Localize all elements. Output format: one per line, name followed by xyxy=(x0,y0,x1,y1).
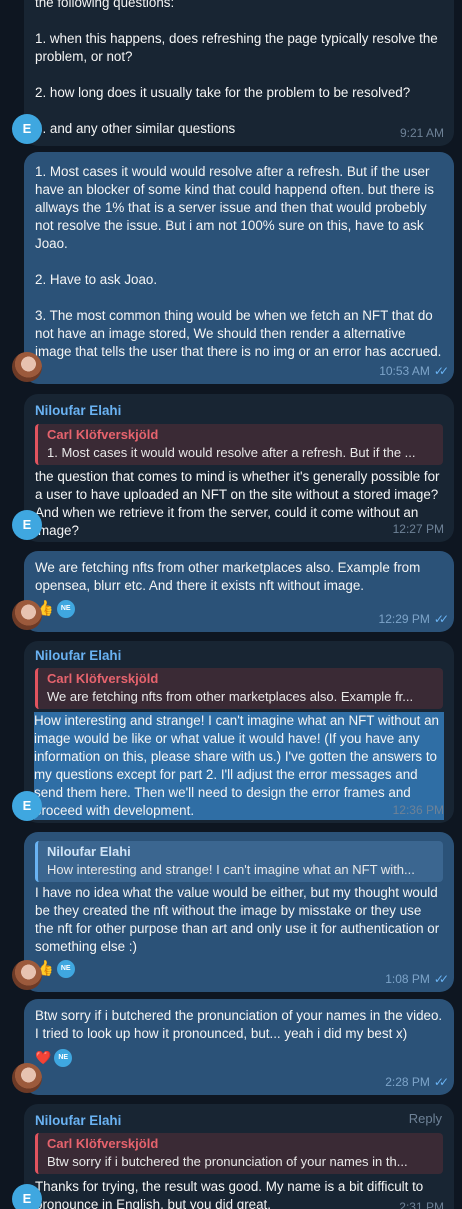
reply-quote[interactable]: Carl Klöfverskjöld Btw sorry if i butche… xyxy=(35,1133,443,1174)
message-time: 12:36 PM xyxy=(392,803,444,817)
message-text-selected[interactable]: How interesting and strange! I can't ima… xyxy=(34,712,444,820)
avatar[interactable]: E xyxy=(12,1184,42,1209)
quote-text: We are fetching nfts from other marketpl… xyxy=(47,689,414,704)
double-check-icon: ✓✓ xyxy=(433,364,449,378)
double-check-icon: ✓✓ xyxy=(433,972,449,986)
message-time: 12:27 PM xyxy=(392,522,444,536)
message-incoming[interactable]: the following questions: 1. when this ha… xyxy=(12,0,454,146)
double-check-icon: ✓✓ xyxy=(433,1075,449,1089)
message-text: the following questions: 1. when this ha… xyxy=(35,0,438,136)
message-text: I have no idea what the value would be e… xyxy=(35,885,440,954)
message-incoming[interactable]: Niloufar Elahi Reply Carl Klöfverskjöld … xyxy=(12,1104,454,1209)
message-time-wrap: 10:53 AM ✓✓ xyxy=(379,362,449,380)
reaction-avatar: NE xyxy=(53,1048,74,1068)
reply-quote[interactable]: Niloufar Elahi How interesting and stran… xyxy=(35,841,443,882)
reaction-avatar: NE xyxy=(55,599,76,619)
avatar-photo[interactable] xyxy=(12,960,42,990)
quote-text: Btw sorry if i butchered the pronunciati… xyxy=(47,1154,408,1169)
quote-text: How interesting and strange! I can't ima… xyxy=(47,862,415,877)
reply-button[interactable]: Reply xyxy=(409,1110,442,1128)
reply-quote[interactable]: Carl Klöfverskjöld We are fetching nfts … xyxy=(35,668,443,709)
reply-quote[interactable]: Carl Klöfverskjöld 1. Most cases it woul… xyxy=(35,424,443,465)
quote-sender: Carl Klöfverskjöld xyxy=(47,671,159,686)
message-time: 1:08 PM xyxy=(385,972,430,986)
avatar-photo[interactable] xyxy=(12,600,42,630)
message-outgoing[interactable]: 1. Most cases it would would resolve aft… xyxy=(12,152,454,384)
message-time: 10:53 AM xyxy=(379,364,430,378)
message-outgoing[interactable]: Niloufar Elahi How interesting and stran… xyxy=(12,832,454,992)
sender-name[interactable]: Niloufar Elahi xyxy=(35,1104,443,1130)
message-incoming[interactable]: Niloufar Elahi Carl Klöfverskjöld 1. Mos… xyxy=(12,394,454,542)
message-time: 9:21 AM xyxy=(399,126,444,140)
sender-name[interactable]: Niloufar Elahi xyxy=(35,394,443,420)
avatar[interactable]: E xyxy=(12,791,42,821)
message-text: 1. Most cases it would would resolve aft… xyxy=(35,164,442,359)
reaction-avatar: NE xyxy=(55,959,76,979)
avatar-photo[interactable] xyxy=(12,1063,42,1093)
message-time-wrap: 12:29 PM ✓✓ xyxy=(378,610,450,628)
quote-sender: Niloufar Elahi xyxy=(47,844,131,859)
message-text: Thanks for trying, the result was good. … xyxy=(35,1179,424,1209)
avatar[interactable]: E xyxy=(12,114,42,144)
quote-text: 1. Most cases it would would resolve aft… xyxy=(47,445,416,460)
reactions[interactable]: ❤️ NE xyxy=(35,1048,443,1068)
message-time: 2:31 PM xyxy=(399,1200,444,1209)
message-outgoing[interactable]: We are fetching nfts from other marketpl… xyxy=(12,551,454,632)
quote-sender: Carl Klöfverskjöld xyxy=(47,1136,159,1151)
heart-icon[interactable]: ❤️ xyxy=(35,1049,51,1067)
message-time: 12:29 PM xyxy=(378,612,430,626)
message-incoming[interactable]: Niloufar Elahi Carl Klöfverskjöld We are… xyxy=(12,641,454,823)
message-time-wrap: 1:08 PM ✓✓ xyxy=(385,970,449,988)
message-time: 2:28 PM xyxy=(385,1075,430,1089)
avatar[interactable]: E xyxy=(12,510,42,540)
message-text: We are fetching nfts from other marketpl… xyxy=(35,560,421,593)
reactions[interactable]: 👍 NE xyxy=(35,959,443,979)
quote-sender: Carl Klöfverskjöld xyxy=(47,427,159,442)
message-text: the question that comes to mind is wheth… xyxy=(35,469,440,538)
message-time-wrap: 2:28 PM ✓✓ xyxy=(385,1073,449,1091)
message-outgoing[interactable]: Btw sorry if i butchered the pronunciati… xyxy=(12,999,454,1095)
double-check-icon: ✓✓ xyxy=(433,612,449,626)
avatar-photo[interactable] xyxy=(12,352,42,382)
sender-name[interactable]: Niloufar Elahi xyxy=(35,641,443,665)
message-text: Btw sorry if i butchered the pronunciati… xyxy=(35,1008,443,1041)
